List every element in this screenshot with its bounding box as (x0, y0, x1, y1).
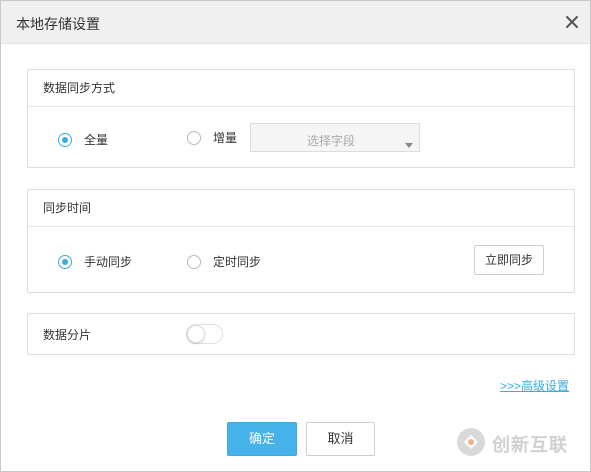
radio-incremental[interactable]: 增量 (187, 129, 237, 146)
field-select[interactable]: 选择字段 (250, 123, 420, 152)
radio-incremental-indicator[interactable] (187, 130, 201, 145)
advanced-settings-link[interactable]: >>>高级设置 (500, 377, 569, 394)
sync-now-button[interactable]: 立即同步 (474, 245, 544, 275)
cancel-button[interactable]: 取消 (306, 422, 375, 456)
radio-full[interactable]: 全量 (58, 131, 108, 148)
sharding-label: 数据分片 (43, 328, 92, 342)
watermark: 创新互联 (456, 427, 568, 460)
radio-scheduled-label: 定时同步 (213, 255, 262, 269)
caret-down-icon (405, 137, 413, 151)
toggle-knob (187, 325, 205, 343)
sharding-toggle[interactable] (186, 324, 223, 344)
close-icon[interactable] (562, 12, 582, 32)
dialog-titlebar: 本地存储设置 (1, 1, 590, 44)
sharding-panel: 数据分片 (27, 313, 575, 355)
dialog-title: 本地存储设置 (16, 16, 100, 32)
watermark-text: 创新互联 (492, 434, 568, 455)
radio-manual[interactable]: 手动同步 (58, 253, 132, 270)
radio-scheduled-indicator[interactable] (187, 254, 201, 269)
radio-full-indicator[interactable] (58, 132, 72, 147)
radio-manual-label: 手动同步 (84, 255, 133, 269)
settings-dialog: 本地存储设置 数据同步方式 全量 增量 选择字段 同步时间 手动同步 定时同步 … (0, 0, 591, 472)
sync-mode-heading: 数据同步方式 (28, 70, 574, 107)
radio-manual-indicator[interactable] (58, 254, 72, 269)
radio-scheduled[interactable]: 定时同步 (187, 253, 261, 270)
ok-button[interactable]: 确定 (227, 422, 297, 456)
field-select-placeholder: 选择字段 (306, 134, 355, 148)
radio-incremental-label: 增量 (213, 131, 238, 145)
sync-time-heading: 同步时间 (28, 190, 574, 227)
sync-mode-panel: 数据同步方式 全量 增量 选择字段 (27, 69, 575, 168)
sync-time-panel: 同步时间 手动同步 定时同步 立即同步 (27, 189, 575, 293)
radio-full-label: 全量 (84, 133, 109, 147)
watermark-logo-icon (456, 427, 486, 460)
